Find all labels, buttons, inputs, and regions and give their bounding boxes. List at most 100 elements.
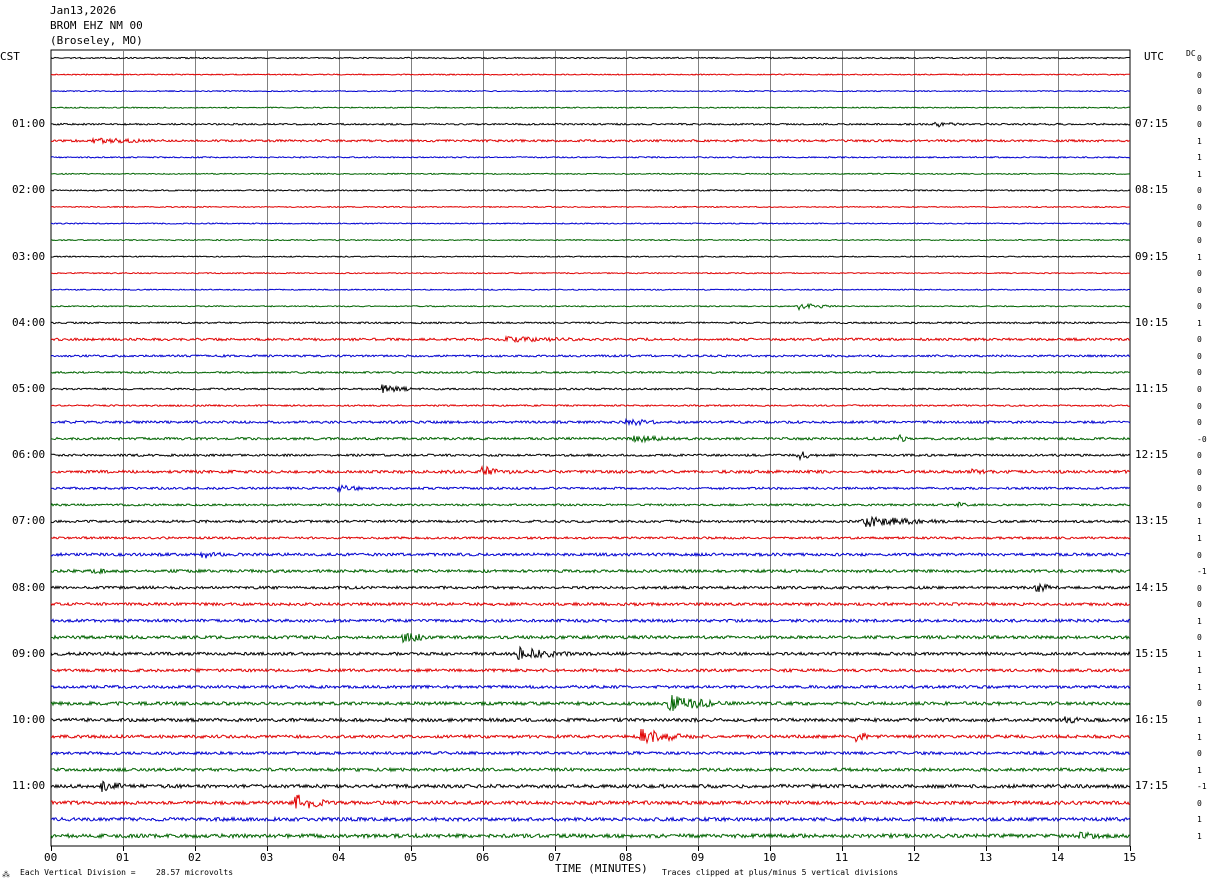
dc-offset-value: 0: [1197, 600, 1202, 610]
dc-offset-value: 1: [1197, 616, 1202, 626]
seismic-trace: [50, 384, 1131, 393]
seismic-trace: [50, 403, 1131, 408]
left-hour-label: 05:00: [12, 382, 46, 395]
dc-offset-value: 0: [1197, 186, 1202, 196]
x-tick-label: 05: [404, 851, 418, 864]
right-hour-label: 09:15: [1135, 249, 1169, 263]
dc-offset-value: 0: [1197, 583, 1202, 593]
seismic-trace: [51, 370, 1131, 375]
dc-offset-value: 0: [1197, 749, 1202, 759]
dc-offset-value: 0: [1197, 633, 1202, 643]
dc-offset-value: 0: [1197, 219, 1202, 229]
x-tick-label: 09: [691, 851, 705, 864]
seismic-trace: [50, 288, 1130, 291]
seismic-trace: [50, 815, 1131, 823]
left-hour-label: 11:00: [12, 779, 46, 793]
seismic-trace: [50, 464, 1131, 476]
right-hour-label: 15:15: [1135, 646, 1169, 660]
left-hour-label: 03:00: [12, 249, 46, 263]
seismic-trace: [50, 433, 1131, 444]
right-hour-label: 14:15: [1135, 580, 1169, 594]
record-date: Jan13,2026: [50, 4, 117, 17]
dc-offset-value: 1: [1197, 318, 1202, 328]
seismic-trace: [50, 321, 1131, 325]
helicorder-plot: [50, 49, 1131, 851]
dc-offset-value: 0: [1197, 335, 1202, 345]
right-hour-label: 08:15: [1135, 183, 1169, 197]
dc-offset-value: 0: [1197, 550, 1202, 560]
station-location: (Broseley, MO): [50, 34, 143, 47]
seismic-trace: [50, 695, 1131, 712]
dc-offset-value: 1: [1197, 716, 1202, 725]
right-timezone-label: UTC: [1144, 50, 1164, 63]
dc-offset-value: 0: [1197, 103, 1202, 113]
dc-offset-value: 1: [1197, 765, 1202, 775]
x-axis-title: TIME (MINUTES): [555, 862, 648, 875]
left-hour-label: 02:00: [12, 183, 46, 197]
dc-offset-value: 0: [1197, 120, 1202, 130]
x-tick-label: 00: [44, 851, 58, 864]
seismic-trace: [50, 645, 1131, 661]
dc-offset-value: 0: [1197, 368, 1202, 378]
x-tick-label: 15: [1123, 851, 1137, 864]
left-hour-label: 06:00: [12, 448, 46, 462]
left-hour-label: 04:00: [12, 315, 46, 329]
right-hour-label: 17:15: [1135, 779, 1169, 793]
dc-offset-value: 0: [1197, 798, 1202, 808]
seismic-trace: [50, 601, 1131, 607]
seismic-trace: [50, 56, 1131, 60]
seismic-trace: [50, 73, 1131, 76]
x-tick-label: 02: [188, 851, 202, 864]
dc-offset-value: 1: [1197, 732, 1202, 742]
dc-offset-value: 0: [1197, 451, 1202, 461]
dc-offset-value: 1: [1197, 831, 1202, 841]
seismic-trace: [50, 205, 1131, 209]
seismic-trace: [50, 766, 1131, 773]
x-tick-label: 12: [907, 851, 921, 864]
seismic-trace: [50, 582, 1131, 593]
x-tick-label: 13: [979, 851, 993, 864]
dc-offset-value: 0: [1197, 484, 1202, 494]
x-tick-label: 11: [835, 851, 849, 864]
seismic-trace: [50, 172, 1131, 176]
x-tick-label: 10: [763, 851, 777, 864]
dc-offset-value: 1: [1197, 169, 1202, 179]
seismic-trace: [50, 255, 1131, 258]
dc-offset-value: 1: [1197, 517, 1202, 527]
dc-offset-value: 0: [1197, 269, 1202, 279]
x-tick-label: 08: [619, 851, 633, 864]
scale-note-prefix: Each Vertical Division =: [20, 868, 136, 877]
seismic-trace: [50, 238, 1131, 242]
seismic-trace: [51, 451, 1131, 462]
seismic-trace: [50, 89, 1131, 93]
x-tick-label: 14: [1051, 851, 1065, 864]
seismic-trace: [50, 750, 1131, 756]
seismic-trace: [50, 222, 1131, 225]
seismic-trace: [50, 136, 1130, 145]
dc-offset-value: 1: [1197, 649, 1202, 659]
seismic-trace: [50, 831, 1131, 840]
right-hour-label: 07:15: [1135, 117, 1169, 131]
seismic-trace: [50, 780, 1131, 792]
dc-offset-value: 0: [1197, 236, 1202, 246]
dc-offset-value: 0: [1197, 401, 1202, 411]
left-hour-label: 08:00: [12, 580, 46, 594]
left-hour-label: 01:00: [12, 117, 46, 131]
left-timezone-label: CST: [0, 50, 20, 63]
seismic-trace: [50, 667, 1131, 674]
seismic-trace: [50, 568, 1131, 575]
dc-offset-value: 1: [1197, 815, 1202, 825]
seismic-trace: [50, 617, 1131, 624]
right-hour-label: 12:15: [1135, 448, 1169, 462]
x-tick-label: 04: [332, 851, 346, 864]
right-hour-label: 10:15: [1135, 315, 1169, 329]
seismic-trace: [50, 353, 1131, 358]
dc-offset-value: 0: [1197, 418, 1202, 428]
x-tick-label: 03: [260, 851, 274, 864]
station-code: BROM EHZ NM 00: [50, 19, 143, 32]
x-tick-label: 07: [548, 851, 562, 864]
seismic-trace: [50, 334, 1131, 344]
dc-offset-value: 0: [1197, 467, 1202, 477]
dc-offset-value: 0: [1197, 385, 1202, 394]
scale-note-value: 28.57 microvolts: [156, 868, 234, 877]
